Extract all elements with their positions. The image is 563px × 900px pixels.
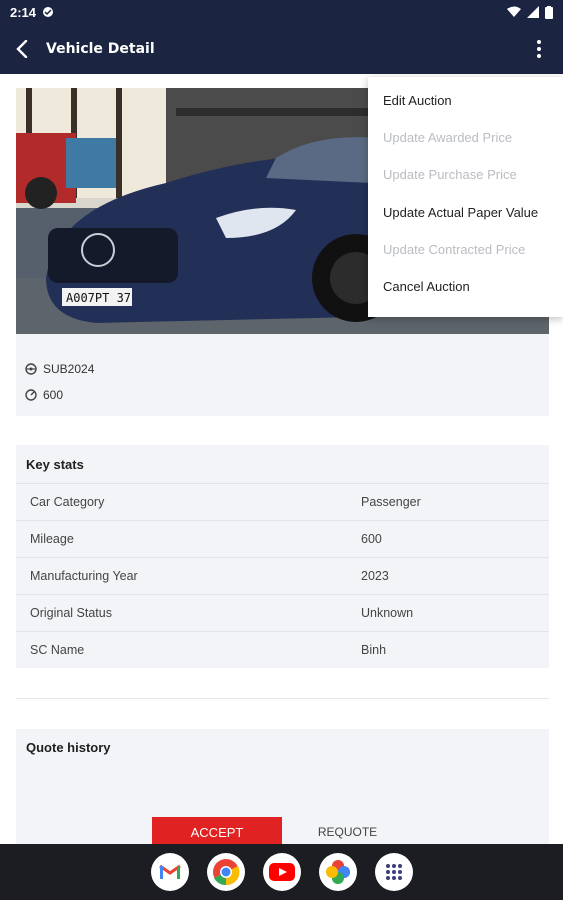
vehicle-info-card: SUB2024 600 bbox=[16, 334, 549, 416]
stat-value: Binh bbox=[361, 643, 387, 657]
status-bar: 2:14 bbox=[0, 0, 563, 24]
vehicle-code-row: SUB2024 bbox=[25, 362, 94, 376]
stat-value: 2023 bbox=[361, 569, 389, 583]
stat-label: Mileage bbox=[30, 532, 74, 546]
page-title: Vehicle Detail bbox=[46, 41, 155, 57]
stat-label: SC Name bbox=[30, 643, 85, 657]
menu-item-update-actual-paper-value[interactable]: Update Actual Paper Value bbox=[383, 205, 538, 220]
stat-label: Original Status bbox=[30, 606, 112, 620]
steering-wheel-icon bbox=[25, 363, 37, 375]
menu-item-update-awarded-price: Update Awarded Price bbox=[383, 130, 513, 145]
app-drawer-icon[interactable] bbox=[374, 853, 413, 891]
key-stats-card: Key stats Car Category Passenger Mileage… bbox=[16, 445, 549, 668]
stat-value: Passenger bbox=[361, 495, 421, 509]
chrome-icon[interactable] bbox=[206, 853, 245, 891]
battery-icon bbox=[545, 5, 553, 19]
app-dock bbox=[0, 844, 563, 900]
table-row: Original Status Unknown bbox=[16, 594, 549, 631]
requote-button[interactable]: REQUOTE bbox=[300, 817, 395, 847]
more-vert-icon bbox=[537, 40, 541, 44]
menu-item-edit-auction[interactable]: Edit Auction bbox=[383, 93, 452, 108]
notification-icon bbox=[43, 7, 54, 17]
back-button[interactable] bbox=[0, 24, 46, 74]
vehicle-code: SUB2024 bbox=[43, 362, 95, 376]
youtube-icon[interactable] bbox=[262, 853, 301, 891]
overflow-menu: Edit Auction Update Awarded Price Update… bbox=[368, 77, 563, 317]
license-plate: A007PT 37 bbox=[66, 291, 131, 305]
photos-icon[interactable] bbox=[318, 853, 357, 891]
vehicle-mileage: 600 bbox=[43, 388, 64, 402]
gmail-icon[interactable] bbox=[150, 853, 189, 891]
table-row: SC Name Binh bbox=[16, 631, 549, 668]
quote-history-card: Quote history bbox=[16, 729, 549, 844]
stat-value: Unknown bbox=[361, 606, 414, 620]
accept-button[interactable]: ACCEPT bbox=[152, 817, 282, 847]
table-row: Mileage 600 bbox=[16, 520, 549, 557]
key-stats-title: Key stats bbox=[26, 457, 84, 472]
quote-history-title: Quote history bbox=[26, 740, 111, 755]
table-row: Car Category Passenger bbox=[16, 483, 549, 520]
stat-value: 600 bbox=[361, 532, 382, 546]
divider bbox=[16, 698, 549, 699]
app-bar: Vehicle Detail bbox=[0, 24, 563, 74]
more-options-button[interactable] bbox=[529, 38, 549, 60]
menu-item-update-purchase-price: Update Purchase Price bbox=[383, 167, 517, 182]
stat-label: Manufacturing Year bbox=[30, 569, 138, 583]
menu-item-cancel-auction[interactable]: Cancel Auction bbox=[383, 279, 470, 294]
signal-icon bbox=[527, 6, 539, 18]
status-time: 2:14 bbox=[10, 4, 37, 20]
menu-item-update-contracted-price: Update Contracted Price bbox=[383, 242, 526, 257]
arrow-back-icon bbox=[16, 40, 28, 58]
wifi-icon bbox=[507, 6, 521, 17]
stat-label: Car Category bbox=[30, 495, 105, 509]
vehicle-mileage-row: 600 bbox=[25, 388, 63, 402]
speedometer-icon bbox=[25, 389, 37, 401]
table-row: Manufacturing Year 2023 bbox=[16, 557, 549, 594]
